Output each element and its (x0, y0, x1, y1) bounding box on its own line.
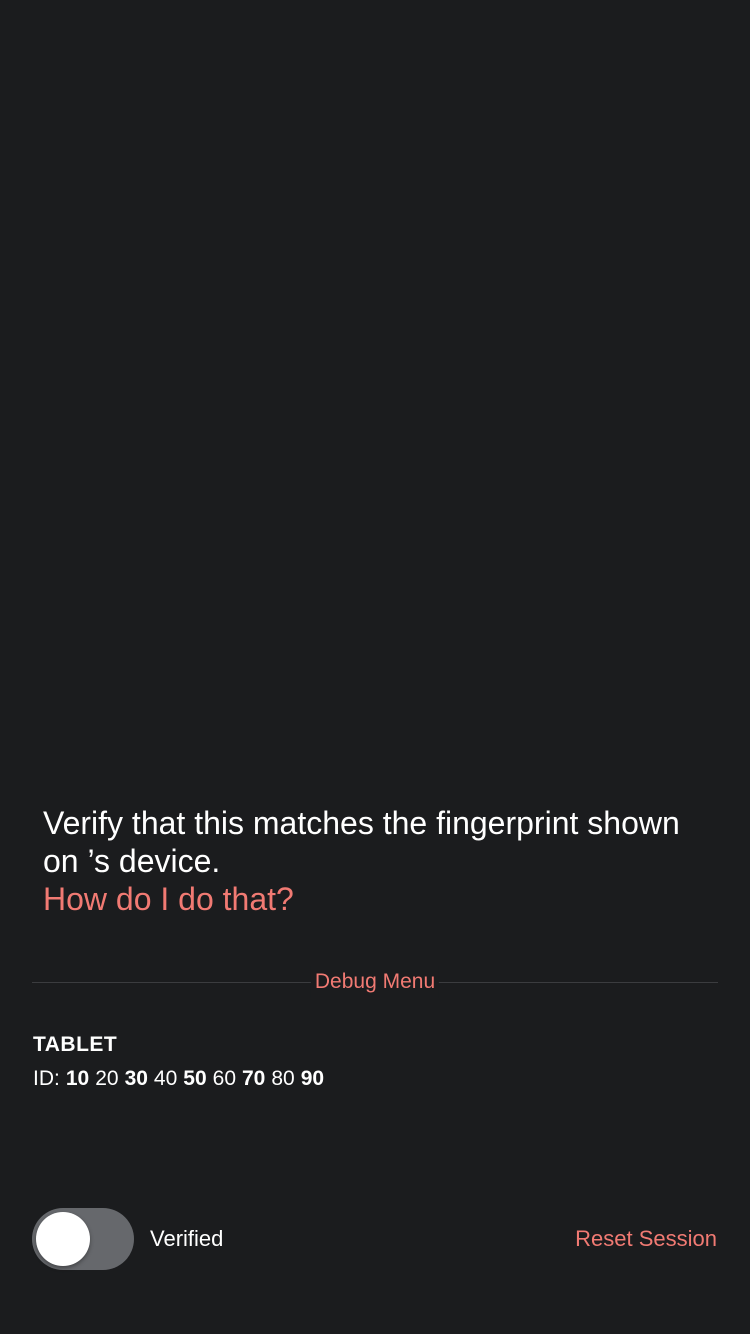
reset-session-button[interactable]: Reset Session (575, 1225, 717, 1253)
verified-label: Verified (150, 1226, 224, 1251)
device-id-segment: 30 (124, 1067, 148, 1090)
instructions-line-2: on ’s device. (43, 843, 221, 879)
device-id-segment: 20 (95, 1067, 119, 1090)
device-id-segment: 90 (300, 1067, 325, 1090)
verified-toggle[interactable] (32, 1208, 134, 1270)
device-id-value: 10 20 30 40 50 60 70 80 90 (60, 1067, 324, 1090)
device-id-segment: 40 (153, 1067, 178, 1090)
debug-menu-divider: Debug Menu (32, 966, 718, 1000)
device-id: ID: 10 20 30 40 50 60 70 80 90 (33, 1065, 324, 1093)
device-name: TABLET (33, 1033, 118, 1056)
debug-menu-button[interactable]: Debug Menu (310, 966, 440, 998)
device-id-segment: 50 (183, 1067, 207, 1090)
how-do-i-do-that-link[interactable]: How do I do that? (43, 880, 713, 918)
device-id-segment: 70 (242, 1067, 266, 1090)
instructions-line-1: Verify that this matches the fingerprint… (43, 805, 680, 841)
device-id-segment: 80 (271, 1067, 295, 1090)
device-id-segment: 60 (212, 1067, 236, 1090)
fingerprint-instructions: Verify that this matches the fingerprint… (43, 804, 713, 918)
device-id-label: ID: (33, 1067, 60, 1090)
toggle-knob (36, 1212, 90, 1266)
device-id-segment: 10 (65, 1067, 90, 1090)
